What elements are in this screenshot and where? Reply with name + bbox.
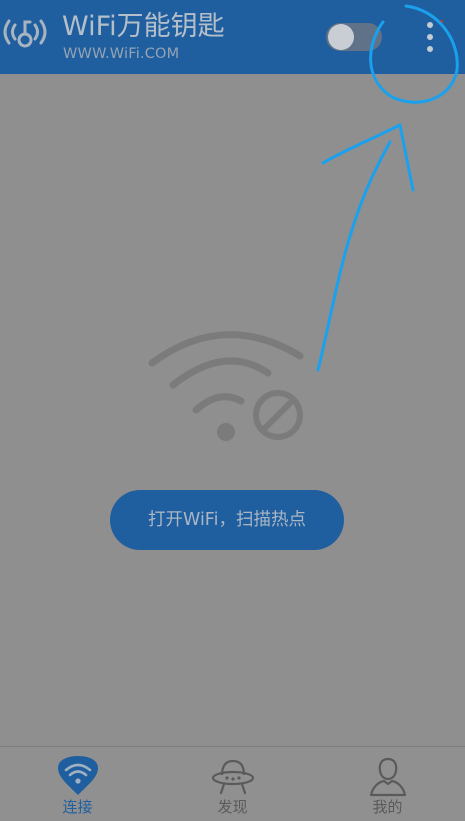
more-dot xyxy=(427,34,433,40)
wifi-key-logo-icon xyxy=(3,19,47,48)
wifi-tab-icon xyxy=(57,756,98,795)
tab-connect[interactable]: 连接 xyxy=(0,747,155,821)
app-url: WWW.WiFi.COM xyxy=(63,46,180,62)
tab-mine-label: 我的 xyxy=(372,798,403,816)
more-menu-button[interactable] xyxy=(410,12,450,62)
bottom-tab-bar: 连接 发现 我的 xyxy=(0,746,465,821)
toggle-knob xyxy=(328,24,354,50)
tab-discover[interactable]: 发现 xyxy=(155,747,310,821)
tab-connect-label: 连接 xyxy=(62,798,93,816)
wifi-disabled-icon xyxy=(148,331,304,441)
tab-mine[interactable]: 我的 xyxy=(310,747,465,821)
tab-discover-label: 发现 xyxy=(217,798,248,816)
more-dot xyxy=(427,46,433,52)
ufo-discover-icon xyxy=(211,759,254,795)
open-wifi-scan-button[interactable]: 打开WiFi，扫描热点 xyxy=(110,490,344,550)
app-title: WiFi万能钥匙 xyxy=(62,11,225,42)
wifi-toggle[interactable] xyxy=(326,23,382,51)
app-header: WiFi万能钥匙 WWW.WiFi.COM xyxy=(0,0,465,74)
notification-dot xyxy=(440,20,443,23)
user-icon xyxy=(369,757,406,797)
more-vertical-icon xyxy=(427,22,433,28)
